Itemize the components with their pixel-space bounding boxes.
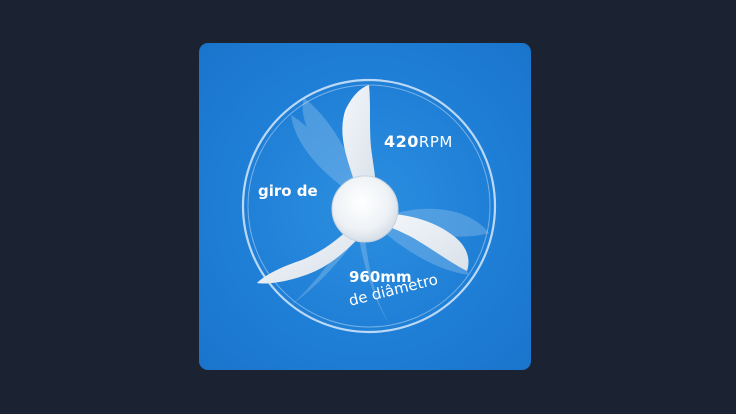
speed-value: 420 [384,132,419,151]
fan-spec-card: 420RPM giro de 960mm de diâmetro [199,43,531,370]
fan-hub [331,175,399,243]
page-background: 420RPM giro de 960mm de diâmetro [0,0,736,414]
speed-prefix: giro de [258,182,318,200]
speed-unit: RPM [418,133,453,151]
speed-label: 420RPM [384,132,453,151]
fan-illustration [241,78,497,334]
